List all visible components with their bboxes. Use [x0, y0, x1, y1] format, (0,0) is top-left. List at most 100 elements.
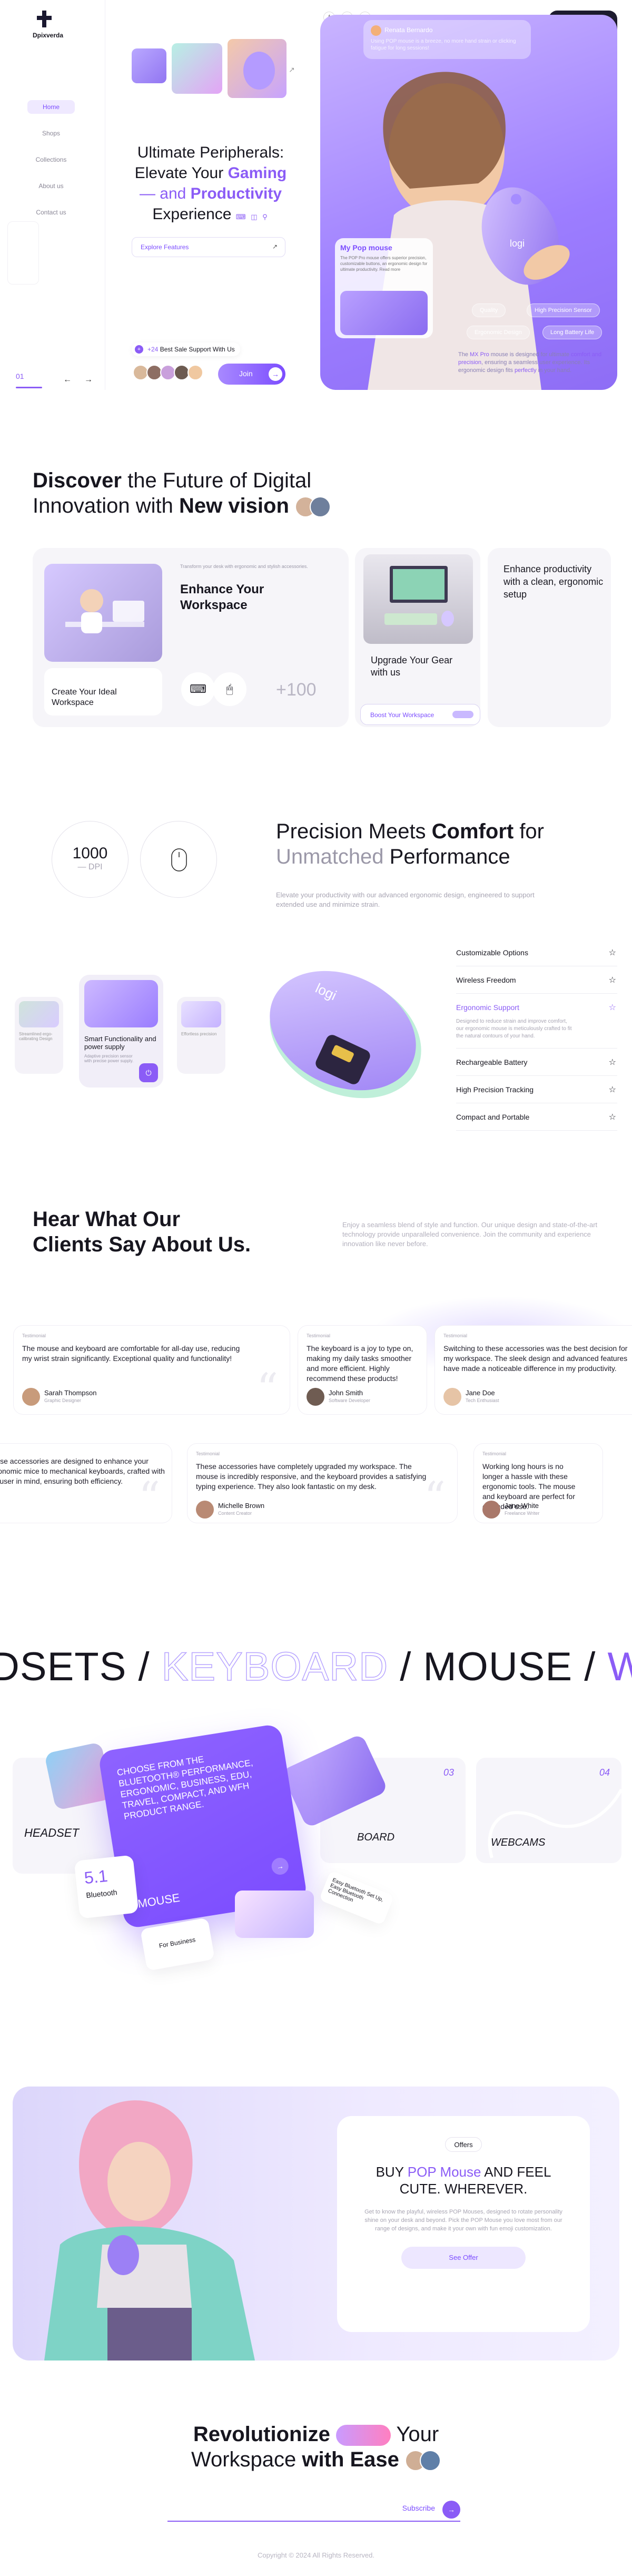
testimonial-card: These accessories are designed to enhanc… [0, 1444, 172, 1523]
dpi-label: — DPI [77, 863, 103, 871]
quote-icon: “ [424, 1473, 446, 1522]
boost-workspace-button[interactable]: Boost Your Workspace [360, 704, 480, 725]
nav-home[interactable]: Home [27, 100, 75, 114]
tag-ergonomic[interactable]: Ergonomic Design [467, 326, 530, 339]
mouse-image [340, 291, 428, 335]
mini-image [19, 1001, 59, 1027]
precision-section: 1000 — DPI Precision Meets Comfort for U… [0, 811, 632, 1138]
brand-logo-icon[interactable] [35, 8, 56, 30]
subscribe-label: Subscribe [402, 2504, 435, 2512]
plus-icon: + [135, 345, 143, 354]
feature-desc: Designed to reduce strain and improve co… [456, 1018, 572, 1039]
workspace-photo [44, 564, 162, 662]
testimonial-card: Testimonial These accessories have compl… [187, 1444, 457, 1523]
arrow-right-icon[interactable]: → [270, 1856, 290, 1876]
review-card: Renata Bernardo Using POP mouse is a bre… [363, 20, 531, 59]
testimonial-quote: These accessories have completely upgrad… [196, 1462, 427, 1491]
tag-quality[interactable]: Quality [472, 303, 506, 317]
subscribe-arrow-icon[interactable]: → [442, 2501, 460, 2519]
category-label: WEBCAMS [491, 1837, 546, 1848]
mouse-icon[interactable]: 🖱 [213, 672, 246, 706]
next-arrow-icon[interactable]: → [84, 375, 93, 385]
hero-description: The MX Pro mouse is designed for ultimat… [458, 351, 602, 374]
bluetooth-stat: 5.1 Bluetooth [74, 1855, 139, 1919]
bluetooth-label: Bluetooth [85, 1887, 118, 1900]
slide-progress [16, 387, 42, 388]
nav-collections[interactable]: Collections [27, 153, 75, 166]
star-icon: ☆ [608, 1113, 616, 1122]
tag-battery[interactable]: Long Battery Life [542, 326, 603, 339]
tag-sensor[interactable]: High Precision Sensor [527, 303, 600, 317]
feature-item[interactable]: Rechargeable Battery ☆ [456, 1050, 617, 1076]
avatar [482, 1501, 500, 1519]
arrow-up-right-icon: ↗ [272, 243, 278, 250]
sidebar: Dpixverda Home Shops Collections About u… [0, 0, 105, 390]
product-count: +100 [276, 680, 317, 700]
footer-title: Revolutionize Your Workspace with Ease [0, 2422, 632, 2472]
avatar [443, 1388, 461, 1406]
mouse-outline-icon [140, 821, 217, 898]
testimonial-card: Testimonial Switching to these accessori… [435, 1326, 632, 1414]
reviewer-name: Renata Bernardo [384, 26, 433, 34]
plug-icon[interactable]: ⏻ [139, 1063, 158, 1082]
explore-features-button[interactable]: Explore Features ↗ [132, 237, 285, 257]
feature-item[interactable]: Wireless Freedom ☆ [456, 967, 617, 994]
thumb-keyboard[interactable] [132, 48, 166, 83]
upgrade-label: Upgrade Your Gear with us [371, 655, 453, 678]
support-badge: + +24 Best Sale Support With Us [132, 342, 240, 356]
bluetooth-version: 5.1 [83, 1866, 109, 1888]
category-label: BOARD [357, 1831, 395, 1843]
subscribe-field[interactable]: Subscribe → [167, 2497, 460, 2522]
avatar [307, 1388, 324, 1406]
clients-section: Hear What Our Clients Say About Us. Enjoy… [0, 1196, 632, 1575]
feature-item[interactable]: Compact and Portable ☆ [456, 1104, 617, 1131]
nav-contact[interactable]: Contact us [27, 205, 75, 219]
quote-icon: “ [139, 1473, 160, 1522]
card-small-text: Transform your desk with ergonomic and s… [180, 564, 308, 569]
precision-desc: Elevate your productivity with our advan… [276, 891, 535, 908]
webcams-card[interactable]: 04 WEBCAMS [476, 1758, 621, 1863]
mini-image [84, 980, 158, 1027]
business-tag: For Business [140, 1917, 215, 1971]
testimonial-quote: Switching to these accessories was the b… [443, 1344, 628, 1373]
nav-about[interactable]: About us [27, 179, 75, 193]
review-text: Using POP mouse is a breeze, no more han… [371, 38, 516, 51]
testimonial-quote: The mouse and keyboard are comfortable f… [22, 1344, 240, 1363]
mini-card-1[interactable]: Streamlined ergo-calibrating Design [15, 997, 63, 1074]
thumb-mouse-pink[interactable] [172, 43, 222, 94]
quote-icon: “ [256, 1364, 278, 1413]
feature-item[interactable]: High Precision Tracking ☆ [456, 1077, 617, 1103]
avatar [371, 25, 381, 36]
keyboard-icon[interactable]: ⌨ [181, 672, 215, 706]
offer-desc: Get to know the playful, wireless POP Mo… [364, 2209, 562, 2232]
star-icon: ☆ [608, 1058, 616, 1067]
nav-shops[interactable]: Shops [27, 126, 75, 140]
avatar-group [133, 365, 203, 383]
discover-section: Discover the Future of Digital Innovatio… [0, 464, 632, 748]
desk-photo [363, 554, 473, 644]
mini-title: Smart Functionality and power supply [84, 1035, 156, 1051]
thumb-mouse-hand[interactable] [228, 39, 287, 98]
see-offer-button[interactable]: See Offer [401, 2247, 526, 2269]
mini-card-2[interactable]: Smart Functionality and power supply Ada… [79, 975, 163, 1088]
testimonial-card: Testimonial The mouse and keyboard are c… [14, 1326, 290, 1414]
category-marquee: DSETS / KEYBOARD / MOUSE / WEB [0, 1644, 632, 1690]
mini-card-3[interactable]: Effortless precision [177, 997, 225, 1074]
mini-image [181, 1001, 221, 1027]
pill-image [335, 2425, 391, 2446]
dpi-value: 1000 [72, 845, 108, 862]
join-button[interactable]: Join → [218, 364, 285, 385]
arrow-right-icon: → [269, 367, 282, 381]
feature-item-active[interactable]: Ergonomic Support ☆ Designed to reduce st… [456, 995, 617, 1049]
my-pop-mouse-card[interactable]: My Pop mouse The POP Pro mouse offers su… [335, 238, 433, 338]
expand-icon[interactable]: ↗ [289, 65, 295, 74]
prev-arrow-icon[interactable]: ← [63, 375, 72, 385]
create-workspace-tile[interactable]: Create Your Ideal Workspace [44, 668, 162, 716]
star-icon: ☆ [608, 948, 616, 957]
keyboard-photo [235, 1891, 314, 1938]
svg-text:logi: logi [510, 238, 525, 249]
card-title: My Pop mouse [340, 243, 392, 252]
dpi-circle: 1000 — DPI [52, 821, 129, 898]
feature-item[interactable]: Customizable Options ☆ [456, 940, 617, 966]
hero-title: Ultimate Peripherals: Elevate Your Gamin… [134, 144, 287, 223]
